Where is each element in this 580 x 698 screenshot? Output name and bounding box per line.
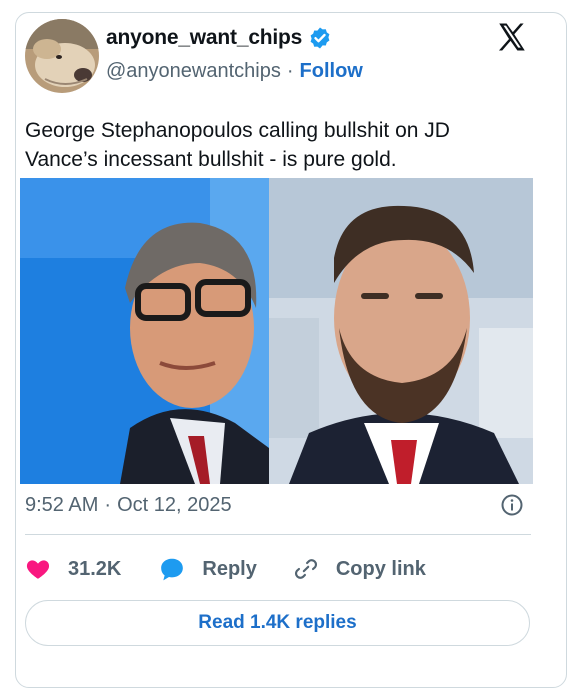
follow-button[interactable]: Follow (300, 60, 363, 83)
link-icon (294, 559, 317, 579)
copy-link-button[interactable]: Copy link (293, 556, 426, 582)
copy-link-label: Copy link (335, 557, 426, 580)
tweet-date: Oct 12, 2025 (117, 494, 232, 516)
heart-icon (26, 560, 50, 579)
timestamp-separator: · (104, 494, 112, 516)
tweet-media[interactable] (20, 178, 533, 484)
handle-separator: · (286, 60, 294, 82)
author-name-row: anyone_want_chips (106, 26, 332, 50)
read-replies-button[interactable]: Read 1.4K replies (25, 600, 530, 646)
verified-badge-icon (308, 26, 332, 50)
divider (25, 534, 531, 535)
like-count: 31.2K (68, 557, 122, 580)
author-handle[interactable]: @anyonewantchips (106, 60, 281, 83)
reply-label: Reply (202, 557, 257, 580)
info-icon[interactable] (500, 493, 524, 517)
photo-left[interactable] (20, 178, 269, 484)
x-logo-icon[interactable] (495, 20, 529, 54)
like-button[interactable]: 31.2K (25, 556, 121, 582)
display-name[interactable]: anyone_want_chips (106, 26, 302, 50)
tweet-time: 9:52 AM (25, 494, 99, 516)
tweet-text: George Stephanopoulos calling bullshit o… (25, 119, 450, 171)
action-bar: 31.2K Reply Copy link (25, 554, 426, 584)
reply-button[interactable]: Reply (159, 556, 257, 582)
tweet-timestamp[interactable]: 9:52 AM · Oct 12, 2025 (25, 494, 232, 517)
speech-bubble-icon (161, 558, 184, 581)
handle-row: @anyonewantchips · Follow (106, 60, 363, 83)
avatar-dog-image (25, 19, 99, 93)
photo-right[interactable] (269, 178, 533, 484)
avatar[interactable] (25, 19, 99, 93)
